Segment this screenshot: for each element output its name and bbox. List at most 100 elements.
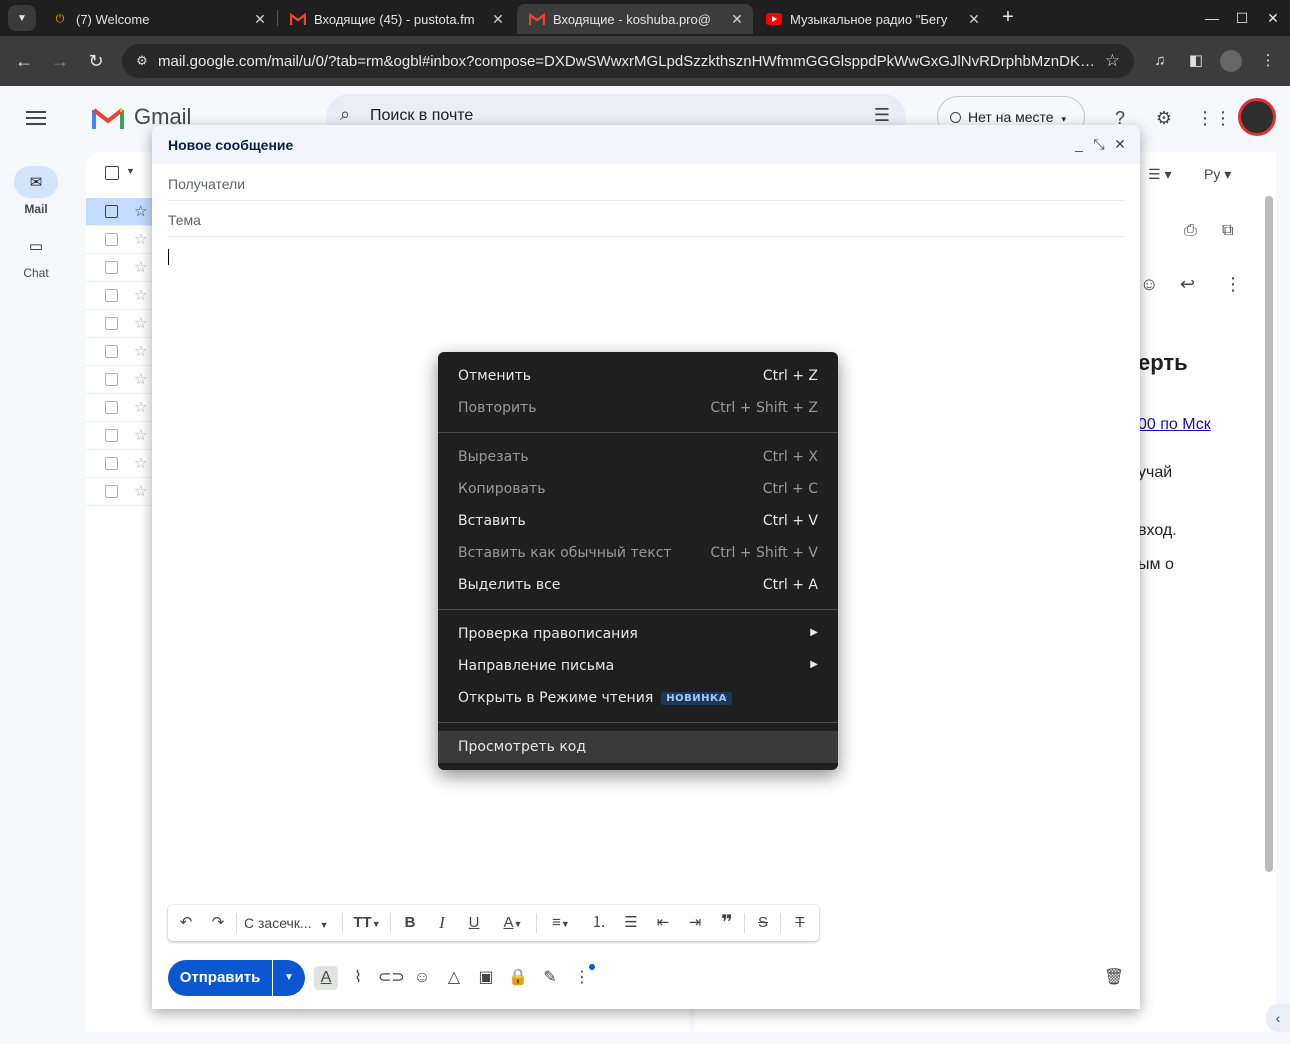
star-icon[interactable]: ☆ — [134, 370, 147, 388]
discard-draft-icon[interactable]: 🗑 — [1102, 966, 1126, 990]
select-all-checkbox[interactable] — [105, 166, 119, 180]
font-family-select[interactable]: С засечк... ▼ — [244, 911, 340, 935]
indent-less-icon[interactable]: ⇤ — [652, 911, 674, 935]
numbered-list-icon[interactable]: ⒈ — [588, 911, 610, 935]
minimize-compose-icon[interactable]: _ — [1070, 135, 1088, 153]
attach-file-icon[interactable]: ⌇ — [346, 966, 370, 990]
strikethrough-icon[interactable]: S — [752, 911, 774, 935]
menu-item-select-all[interactable]: Выделить все Ctrl + A — [438, 569, 838, 601]
settings-gear-icon[interactable]: ⚙ — [1152, 106, 1176, 130]
row-checkbox[interactable] — [105, 289, 118, 302]
more-options-icon[interactable]: ⋮ — [1224, 274, 1242, 295]
row-checkbox[interactable] — [105, 457, 118, 470]
new-tab-button[interactable]: + — [996, 6, 1020, 30]
menu-item-inspect[interactable]: Просмотреть код — [438, 731, 838, 763]
tab-search-button[interactable]: ▼ — [8, 5, 36, 31]
close-compose-icon[interactable]: ✕ — [1111, 135, 1129, 153]
input-language-toggle[interactable]: Ру ▾ — [1204, 166, 1231, 183]
menu-item-undo[interactable]: Отменить Ctrl + Z — [438, 360, 838, 392]
menu-item-spellcheck[interactable]: Проверка правописания ▶ — [438, 618, 838, 650]
remove-formatting-icon[interactable]: T — [788, 911, 812, 935]
send-button[interactable]: Отправить — [168, 960, 272, 996]
row-checkbox[interactable] — [105, 317, 118, 330]
row-checkbox[interactable] — [105, 373, 118, 386]
row-checkbox[interactable] — [105, 261, 118, 274]
site-settings-icon[interactable]: ⚙ — [134, 53, 150, 69]
italic-icon[interactable]: I — [432, 911, 452, 935]
insert-photo-icon[interactable]: ▣ — [474, 966, 498, 990]
search-options-icon[interactable]: ☰ — [874, 105, 890, 126]
url-text[interactable]: mail.google.com/mail/u/0/?tab=rm&ogbl#in… — [158, 53, 1098, 70]
maximize-window-button[interactable]: ☐ — [1227, 6, 1257, 30]
emoji-reaction-icon[interactable]: ☺ — [1140, 274, 1158, 295]
rail-item-mail[interactable]: ✉ Mail — [14, 166, 58, 216]
message-link-fragment[interactable]: 00 по Мск — [1138, 416, 1211, 434]
underline-icon[interactable]: U — [464, 911, 484, 935]
menu-item-writing-direction[interactable]: Направление письма ▶ — [438, 650, 838, 682]
signature-icon[interactable]: ✎ — [538, 966, 562, 990]
close-tab-icon[interactable]: ✕ — [727, 11, 747, 28]
star-icon[interactable]: ☆ — [134, 426, 147, 444]
menu-item-copy[interactable]: Копировать Ctrl + C — [438, 473, 838, 505]
row-checkbox[interactable] — [105, 429, 118, 442]
row-checkbox[interactable] — [105, 401, 118, 414]
browser-tab-welcome[interactable]: ⏻ (7) Welcome ✕ — [40, 4, 276, 34]
star-icon[interactable]: ☆ — [134, 342, 147, 360]
star-icon[interactable]: ☆ — [134, 202, 147, 220]
profile-avatar-icon[interactable] — [1220, 50, 1242, 72]
schedule-send-button[interactable]: ▼ — [273, 960, 305, 996]
insert-link-icon[interactable]: ⊂⊃ — [378, 966, 405, 990]
browser-menu-icon[interactable]: ⋮ — [1257, 50, 1279, 72]
forward-button[interactable]: → — [47, 48, 73, 74]
star-icon[interactable]: ☆ — [134, 286, 147, 304]
row-checkbox[interactable] — [105, 205, 118, 218]
main-menu-icon[interactable] — [24, 106, 48, 130]
apps-grid-icon[interactable]: ⋮⋮ — [1196, 106, 1232, 130]
browser-tab-koshuba[interactable]: Входящие - koshuba.pro@ ✕ — [517, 4, 753, 34]
star-icon[interactable]: ☆ — [134, 230, 147, 248]
bold-icon[interactable]: B — [400, 911, 420, 935]
reading-pane-scrollbar[interactable] — [1265, 196, 1273, 872]
close-window-button[interactable]: ✕ — [1258, 6, 1288, 30]
browser-tab-pustota[interactable]: Входящие (45) - pustota.fm ✕ — [278, 4, 514, 34]
compose-header[interactable]: Новое сообщение _ ⤡ ✕ — [152, 125, 1140, 164]
chevron-down-icon[interactable]: ▼ — [126, 166, 135, 176]
minimize-window-button[interactable]: — — [1197, 6, 1227, 30]
confidential-mode-icon[interactable]: 🔒 — [506, 966, 530, 990]
star-icon[interactable]: ☆ — [134, 454, 147, 472]
browser-tab-youtube[interactable]: Музыкальное радио "Бегу ✕ — [754, 4, 990, 34]
text-color-icon[interactable]: A▼ — [496, 911, 530, 935]
menu-item-redo[interactable]: Повторить Ctrl + Shift + Z — [438, 392, 838, 424]
subject-field[interactable]: Тема — [168, 201, 1124, 237]
menu-item-paste-plain-text[interactable]: Вставить как обычный текст Ctrl + Shift … — [438, 537, 838, 569]
side-panel-toggle-icon[interactable]: ‹ — [1266, 1004, 1290, 1032]
quote-icon[interactable]: ❞ — [716, 911, 738, 935]
formatting-options-icon[interactable]: A — [314, 966, 338, 990]
google-drive-icon[interactable]: △ — [442, 966, 466, 990]
exit-fullscreen-icon[interactable]: ⤡ — [1090, 135, 1108, 153]
star-icon[interactable]: ☆ — [134, 258, 147, 276]
row-checkbox[interactable] — [105, 233, 118, 246]
menu-item-reading-mode[interactable]: Открыть в Режиме чтения НОВИНКА — [438, 682, 838, 714]
print-icon[interactable]: ⎙ — [1184, 222, 1197, 240]
bulleted-list-icon[interactable]: ☰ — [620, 911, 642, 935]
menu-item-cut[interactable]: Вырезать Ctrl + X — [438, 441, 838, 473]
side-panel-icon[interactable]: ◧ — [1185, 50, 1207, 72]
star-icon[interactable]: ☆ — [134, 482, 147, 500]
close-tab-icon[interactable]: ✕ — [964, 11, 984, 28]
close-tab-icon[interactable]: ✕ — [488, 11, 508, 28]
redo-icon[interactable]: ↷ — [208, 911, 228, 935]
close-tab-icon[interactable]: ✕ — [250, 11, 270, 28]
account-avatar[interactable] — [1238, 98, 1276, 136]
bookmark-star-icon[interactable]: ☆ — [1105, 51, 1120, 71]
row-checkbox[interactable] — [105, 485, 118, 498]
insert-emoji-icon[interactable]: ☺ — [410, 966, 434, 990]
search-icon[interactable]: ⌕ — [340, 104, 350, 125]
reload-button[interactable]: ↻ — [83, 48, 109, 74]
undo-icon[interactable]: ↶ — [176, 911, 196, 935]
address-bar[interactable]: ⚙ mail.google.com/mail/u/0/?tab=rm&ogbl#… — [122, 44, 1134, 78]
reply-icon[interactable]: ↩ — [1180, 274, 1195, 295]
recipients-field[interactable]: Получатели — [168, 165, 1124, 201]
rail-item-chat[interactable]: ▭ Chat — [14, 230, 58, 280]
align-icon[interactable]: ≡▼ — [544, 911, 578, 935]
